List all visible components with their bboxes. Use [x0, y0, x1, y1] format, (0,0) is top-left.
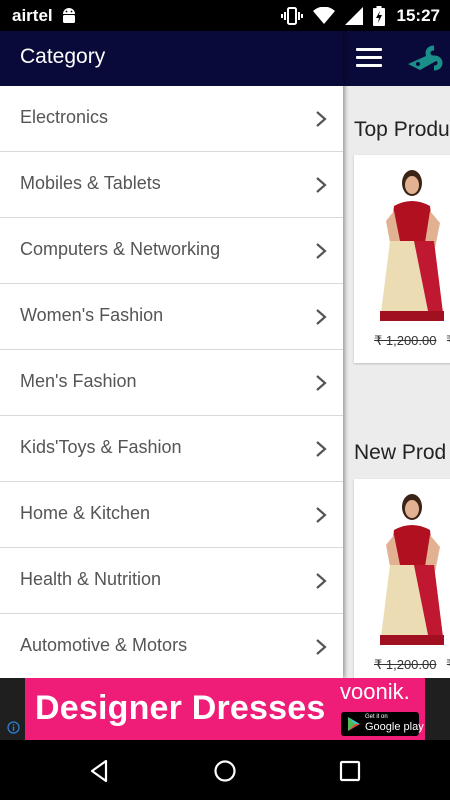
chevron-right-icon	[316, 441, 327, 457]
category-item-computers-networking[interactable]: Computers & Networking	[0, 218, 343, 284]
clock: 15:27	[396, 6, 440, 25]
category-label: Electronics	[20, 107, 109, 127]
category-label: Women's Fashion	[20, 305, 164, 325]
section-title-new-products: New Prod	[354, 441, 447, 464]
vibrate-icon	[280, 7, 303, 25]
product-card[interactable]: ₹ 1,200.00 ₹	[354, 479, 450, 678]
chevron-right-icon	[316, 111, 327, 127]
chevron-right-icon	[316, 507, 327, 523]
category-label: Health & Nutrition	[20, 569, 162, 589]
google-play-text: Google play	[365, 721, 424, 733]
wifi-icon	[312, 7, 335, 24]
drawer-title: Category	[20, 45, 106, 68]
category-drawer: Category Electronics Mobiles & Tablets C…	[0, 31, 343, 678]
category-item-mobiles-tablets[interactable]: Mobiles & Tablets	[0, 152, 343, 218]
category-label: Computers & Networking	[20, 239, 221, 259]
signal-icon	[344, 7, 363, 25]
google-play-icon	[348, 717, 360, 731]
chevron-right-icon	[316, 573, 327, 589]
store-logo-icon[interactable]	[404, 42, 450, 78]
back-icon[interactable]	[86, 757, 114, 785]
product-card[interactable]: ₹ 1,200.00 ₹	[354, 155, 450, 363]
product-price: ₹	[446, 657, 450, 673]
product-old-price: ₹ 1,200.00	[374, 333, 437, 348]
category-label: Mobiles & Tablets	[20, 173, 161, 193]
ad-info-icon[interactable]	[7, 721, 20, 734]
chevron-right-icon	[316, 243, 327, 259]
status-icons: 15:27	[280, 5, 440, 27]
recents-icon[interactable]	[336, 757, 364, 785]
chevron-right-icon	[316, 309, 327, 325]
google-play-small-text: Get it on	[365, 714, 388, 720]
category-item-home-kitchen[interactable]: Home & Kitchen	[0, 482, 343, 548]
category-item-electronics[interactable]: Electronics	[0, 86, 343, 152]
category-label: Men's Fashion	[20, 371, 137, 391]
drawer-header: Category	[0, 31, 343, 86]
system-nav-bar	[0, 740, 450, 800]
chevron-right-icon	[316, 639, 327, 655]
menu-icon[interactable]	[356, 48, 382, 68]
category-item-automotive-motors[interactable]: Automotive & Motors	[0, 614, 343, 678]
product-image	[364, 485, 450, 651]
battery-charging-icon	[372, 6, 385, 26]
section-title-top-products: Top Produ	[354, 118, 450, 141]
category-item-womens-fashion[interactable]: Women's Fashion	[0, 284, 343, 350]
category-label: Home & Kitchen	[20, 503, 151, 523]
chevron-right-icon	[316, 375, 327, 391]
ad-brand: voonik.	[340, 679, 410, 704]
category-label: Kids'Toys & Fashion	[20, 437, 182, 457]
google-play-badge[interactable]: Get it on Google play	[341, 712, 424, 736]
chevron-right-icon	[316, 177, 327, 193]
android-icon	[63, 8, 75, 23]
ad-banner[interactable]: Designer Dresses voonik. Get it on Googl…	[0, 678, 450, 740]
category-item-mens-fashion[interactable]: Men's Fashion	[0, 350, 343, 416]
category-label: Automotive & Motors	[20, 635, 188, 655]
product-price: ₹	[446, 333, 450, 349]
status-bar: airtel 15:27	[0, 0, 450, 31]
ad-creative[interactable]: Designer Dresses voonik. Get it on Googl…	[25, 678, 425, 740]
carrier-label: airtel	[12, 6, 53, 25]
category-list: Electronics Mobiles & Tablets Computers …	[0, 86, 343, 678]
home-icon[interactable]	[211, 757, 239, 785]
product-image	[364, 161, 450, 327]
ad-headline: Designer Dresses	[35, 689, 326, 727]
product-old-price: ₹ 1,200.00	[374, 657, 437, 672]
category-item-kids-toys-fashion[interactable]: Kids'Toys & Fashion	[0, 416, 343, 482]
category-item-health-nutrition[interactable]: Health & Nutrition	[0, 548, 343, 614]
